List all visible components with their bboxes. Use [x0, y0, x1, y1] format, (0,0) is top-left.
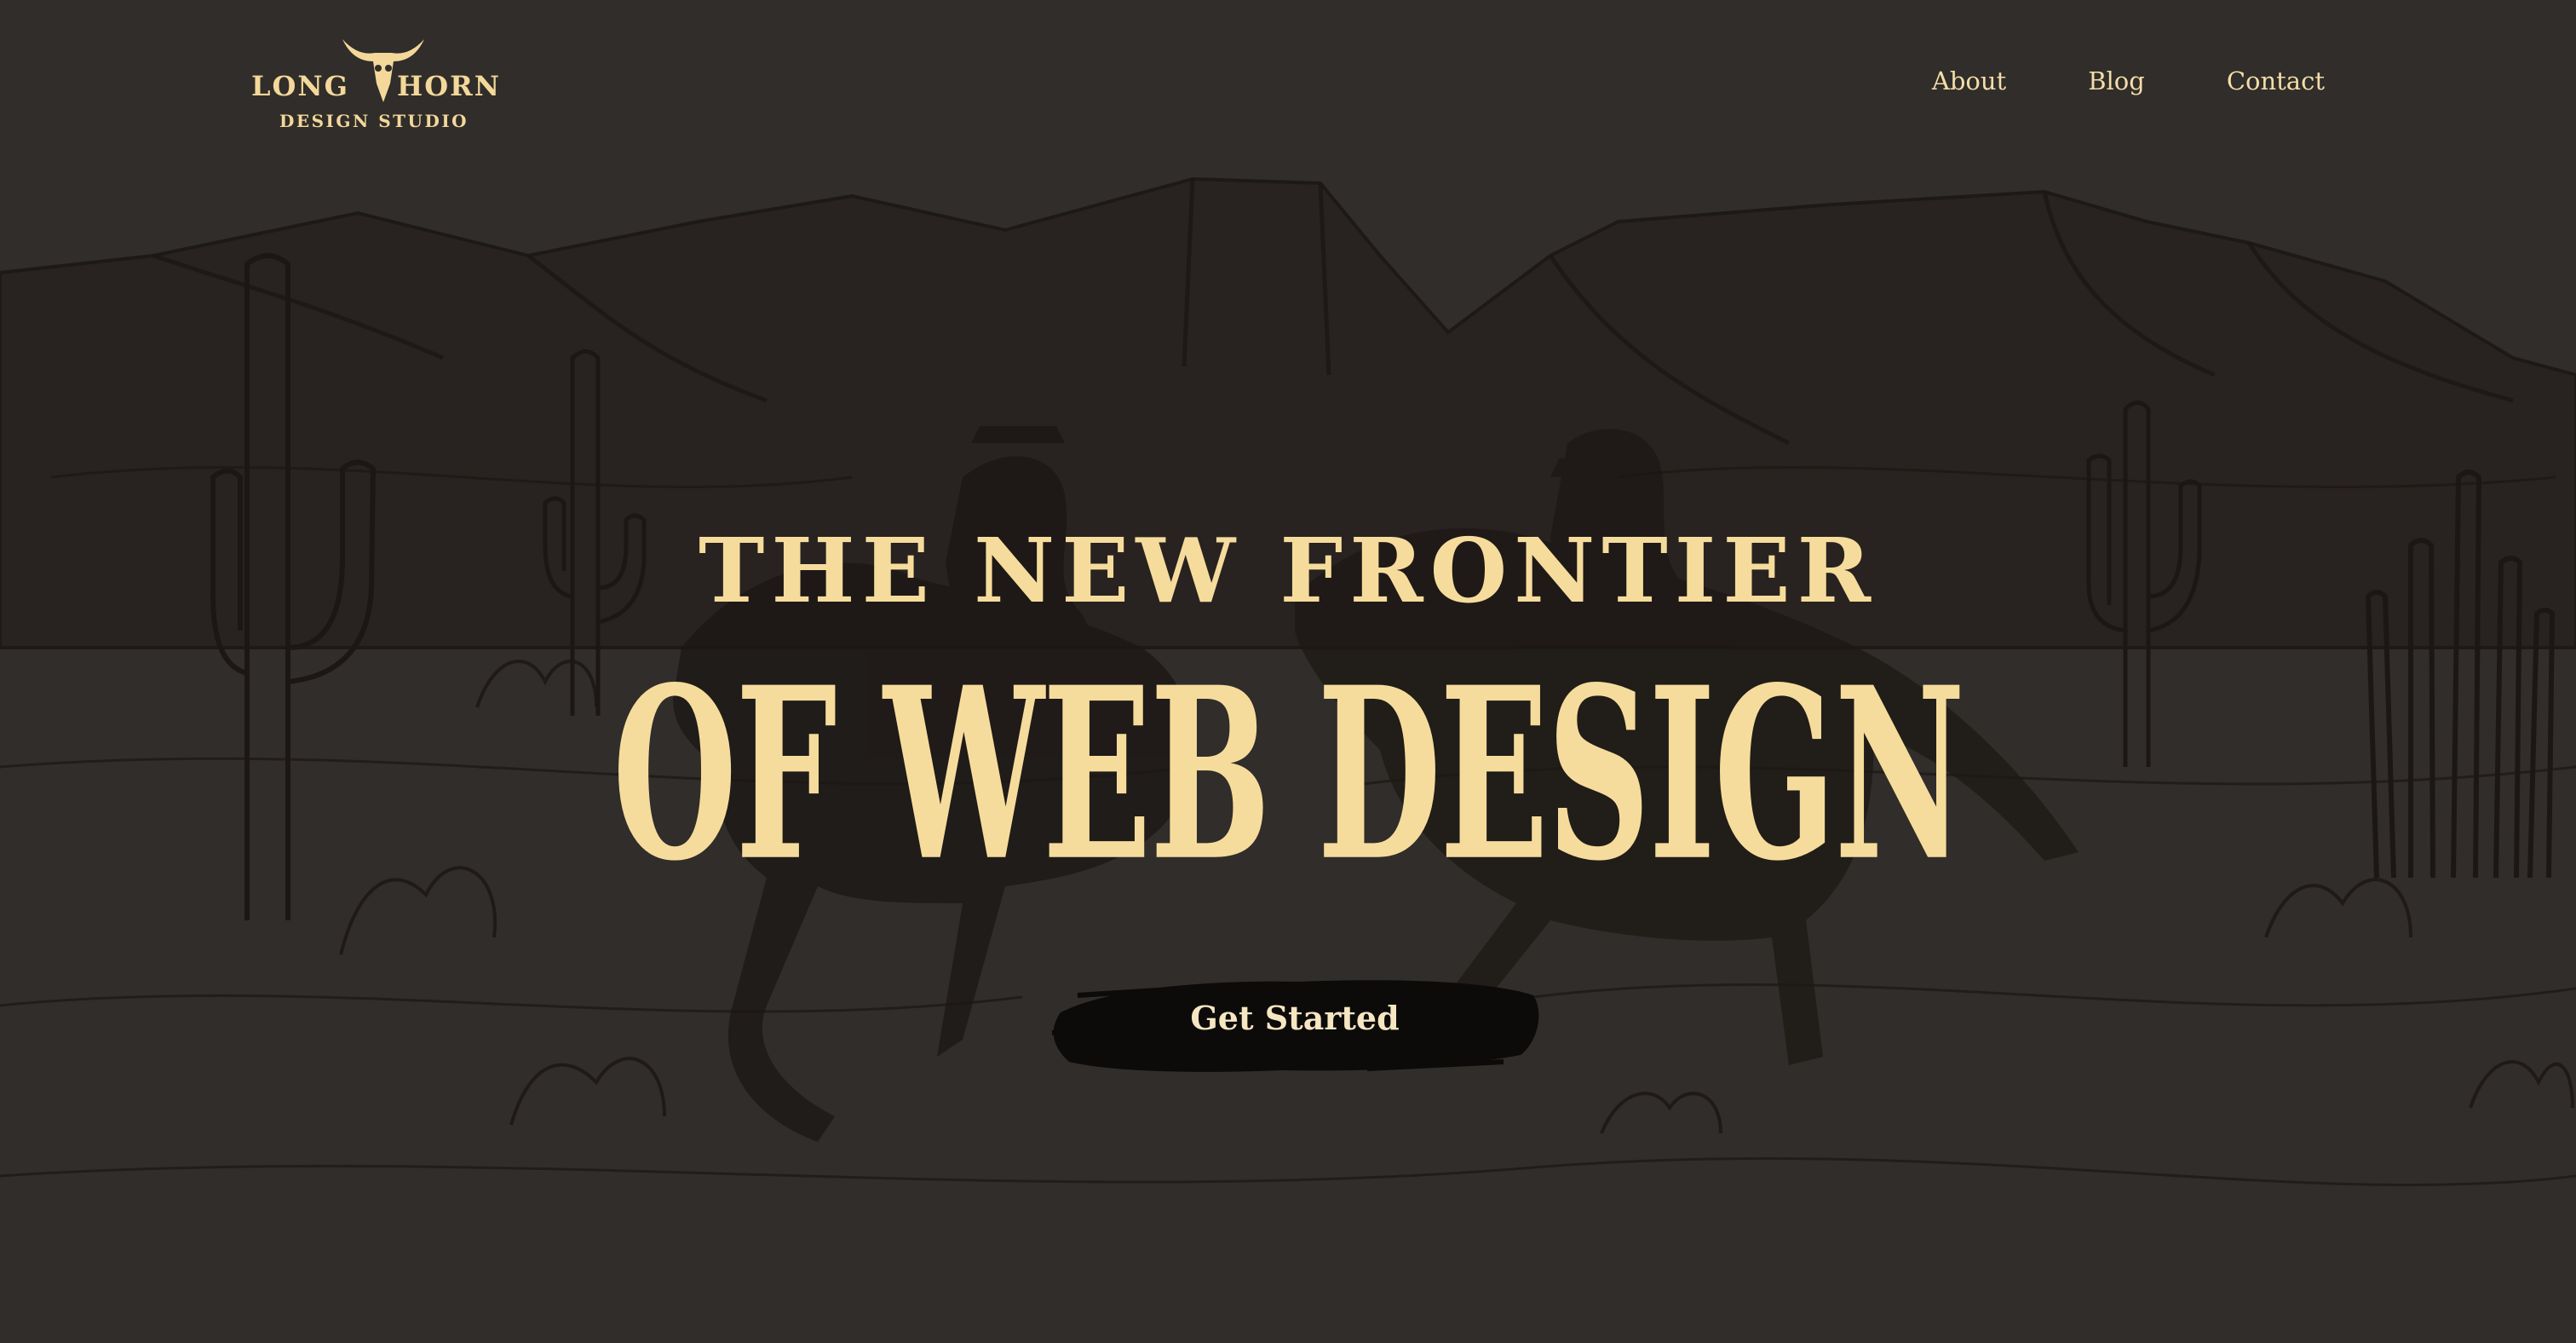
- hero-heading-line2: OF WEB DESIGN: [612, 635, 1965, 914]
- main-nav: About Blog Contact: [1932, 66, 2325, 95]
- brand-logo[interactable]: LONG HORN DESIGN STUDIO: [247, 32, 520, 135]
- get-started-button[interactable]: Get Started: [1044, 961, 1546, 1089]
- landing-page: LONG HORN DESIGN STUDIO About Blog Conta…: [0, 0, 2576, 1343]
- brand-word-right: HORN: [397, 70, 501, 102]
- brand-word-left: LONG: [251, 70, 349, 102]
- hero-heading-line1: THE NEW FRONTIER: [698, 518, 1878, 623]
- nav-link-contact[interactable]: Contact: [2227, 66, 2325, 95]
- brand-subtitle: DESIGN STUDIO: [279, 111, 469, 131]
- nav-link-about[interactable]: About: [1932, 66, 2006, 95]
- get-started-label: Get Started: [1190, 999, 1400, 1037]
- nav-link-blog[interactable]: Blog: [2088, 66, 2145, 95]
